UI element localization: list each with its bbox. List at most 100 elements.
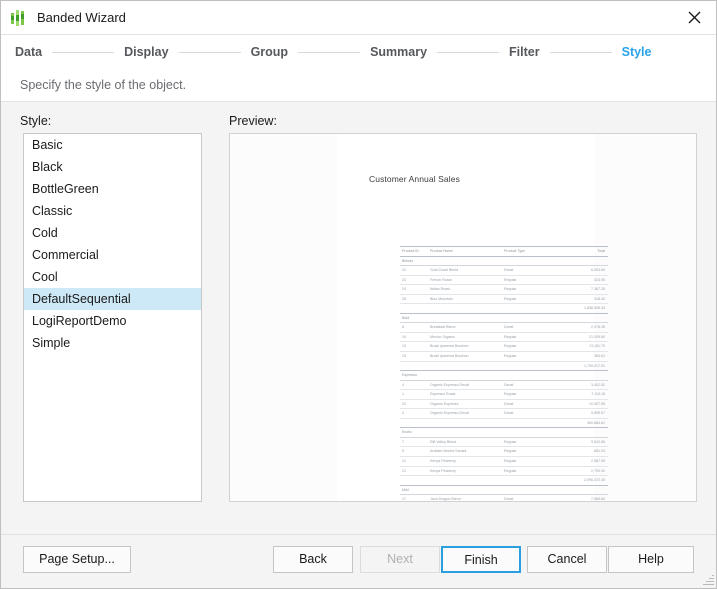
- dialog-footer: Page Setup... Back Next Finish Cancel He…: [1, 534, 716, 588]
- resize-grip[interactable]: [702, 574, 714, 586]
- cell-product-id: 10: [400, 332, 428, 343]
- wizard-step-group[interactable]: Group: [251, 45, 289, 59]
- cell-total: 681.03: [559, 446, 608, 458]
- group-subtotal-row: 2,096,372.45: [400, 475, 608, 486]
- next-button: Next: [360, 546, 440, 573]
- cell-product-name: Kenya Peaberry: [428, 466, 502, 477]
- cell-product-id: 7: [400, 437, 428, 448]
- back-button[interactable]: Back: [273, 546, 353, 573]
- cell-product-type: Regular: [502, 284, 559, 295]
- cell-total: 21,005.60: [559, 332, 608, 343]
- table-row: 21 Kenya Peaberry Regular 2,587.95: [400, 456, 608, 467]
- style-item-bottlegreen[interactable]: BottleGreen: [24, 178, 201, 200]
- table-row: 22 Organic Espresso Decaf 10,907.95: [400, 399, 608, 410]
- table-row: 21 Kenya Peaberry Regular 2,790.30: [400, 466, 608, 477]
- wizard-step-data[interactable]: Data: [15, 45, 42, 59]
- cell-product-type: Regular: [502, 437, 559, 448]
- wizard-step-display[interactable]: Display: [124, 45, 168, 59]
- cell-subtotal: 460,684.61: [559, 418, 608, 429]
- table-row: 5 Arabian Mocha Sanani Regular 681.03: [400, 446, 608, 458]
- cell-product-type: Regular: [502, 341, 559, 352]
- wizard-steps: Data Display Group Summary Filter Style: [1, 35, 716, 69]
- report-page: Customer Annual Sales Product ID Product …: [337, 134, 608, 501]
- finish-button[interactable]: Finish: [441, 546, 521, 573]
- cell-total: 9,599.97: [559, 408, 608, 419]
- cell-product-type: Regular: [502, 351, 559, 362]
- style-item-commercial[interactable]: Commercial: [24, 244, 201, 266]
- table-row: 10 Mexico Organic Regular 21,005.60: [400, 332, 608, 343]
- report-table: Product ID Product Name Product Type Total B…: [400, 246, 608, 501]
- column-header: Product ID: [400, 246, 428, 257]
- cell-product-type: Decaf: [502, 494, 559, 501]
- group-header-row: Bold: [400, 313, 608, 324]
- table-row: 24 Italian Roast Regular 7,367.25: [400, 284, 608, 295]
- cell-product-name: Organic Espresso Decaf: [428, 408, 502, 419]
- cell-total: 6,503.60: [559, 265, 608, 276]
- cell-empty: [400, 361, 559, 372]
- cancel-button[interactable]: Cancel: [527, 546, 607, 573]
- cell-product-name: Italian Roast: [428, 284, 502, 295]
- cell-product-name: Java Dragon Blend: [428, 494, 502, 501]
- cell-product-type: Regular: [502, 332, 559, 343]
- cell-product-id: 31: [400, 265, 428, 276]
- cell-product-id: 23: [400, 275, 428, 286]
- cell-product-id: 13: [400, 341, 428, 352]
- table-row: 4 Organic Espresso Decaf Decaf 3,402.52: [400, 380, 608, 391]
- cell-product-type: Decaf: [502, 399, 559, 410]
- cell-product-id: 4: [400, 408, 428, 419]
- cell-product-name: Kenya Peaberry: [428, 456, 502, 467]
- cell-product-type: Decaf: [502, 380, 559, 391]
- table-row: 13 Brazil Ipanema Bourbon Regular 384.61: [400, 351, 608, 362]
- style-list[interactable]: Basic Black BottleGreen Classic Cold Commerci…: [23, 133, 202, 502]
- wizard-step-filter[interactable]: Filter: [509, 45, 540, 59]
- style-item-cold[interactable]: Cold: [24, 222, 201, 244]
- cell-product-type: Decaf: [502, 408, 559, 419]
- dialog-body: Style: Basic Black BottleGreen Classic Cold C…: [1, 102, 716, 534]
- cell-product-name: French Roast: [428, 275, 502, 286]
- style-item-basic[interactable]: Basic: [24, 134, 201, 156]
- cell-total: 2,078.26: [559, 322, 608, 333]
- cell-product-id: 1: [400, 389, 428, 400]
- cell-total: 323.95: [559, 275, 608, 286]
- cell-subtotal: 1,838,508.43: [559, 303, 608, 314]
- group-header-row: Espresso: [400, 370, 608, 381]
- table-row: 8 Breakfast Blend Decaf 2,078.26: [400, 322, 608, 333]
- banded-wizard-dialog: Banded Wizard Data Display Group Summary Fil…: [0, 0, 717, 589]
- column-header: Product Name: [428, 246, 502, 257]
- cell-subtotal: 1,799,017.91: [559, 361, 608, 372]
- table-row: 1 Espresso Roast Regular 7,113.18: [400, 389, 608, 400]
- group-header-row: Exotic: [400, 427, 608, 438]
- report-header-row: Product ID Product Name Product Type Total: [400, 246, 608, 257]
- style-item-black[interactable]: Black: [24, 156, 201, 178]
- close-button[interactable]: [672, 1, 716, 33]
- style-item-simple[interactable]: Simple: [24, 332, 201, 354]
- wizard-step-style[interactable]: Style: [622, 45, 652, 59]
- title-bar: Banded Wizard: [1, 1, 716, 35]
- cell-product-type: Regular: [502, 456, 559, 467]
- cell-product-type: Regular: [502, 294, 559, 305]
- cell-product-name: Blue Mountain: [428, 294, 502, 305]
- description-bar: Specify the style of the object.: [1, 69, 716, 102]
- style-item-cool[interactable]: Cool: [24, 266, 201, 288]
- help-button[interactable]: Help: [608, 546, 694, 573]
- style-label: Style:: [20, 114, 52, 128]
- style-item-classic[interactable]: Classic: [24, 200, 201, 222]
- cell-product-type: Regular: [502, 389, 559, 400]
- style-item-logireportdemo[interactable]: LogiReportDemo: [24, 310, 201, 332]
- cell-product-id: 5: [400, 446, 428, 458]
- cell-total: 318.40: [559, 294, 608, 305]
- cell-product-type: Regular: [502, 446, 559, 458]
- cell-product-name: Brazil Ipanema Bourbon: [428, 341, 502, 352]
- cell-product-name: Brazil Ipanema Bourbon: [428, 351, 502, 362]
- window-title: Banded Wizard: [37, 10, 126, 25]
- group-name: Mild: [400, 485, 608, 496]
- cell-product-name: Organic Espresso: [428, 399, 502, 410]
- style-item-defaultsequential[interactable]: DefaultSequential: [24, 288, 201, 310]
- cell-product-id: 24: [400, 284, 428, 295]
- wizard-step-summary[interactable]: Summary: [370, 45, 427, 59]
- cell-total: 9,542.85: [559, 437, 608, 448]
- cell-product-name: Organic Espresso Decaf: [428, 380, 502, 391]
- cell-empty: [400, 475, 559, 486]
- preview-panel: Customer Annual Sales Product ID Product …: [229, 133, 697, 502]
- page-setup-button[interactable]: Page Setup...: [23, 546, 131, 573]
